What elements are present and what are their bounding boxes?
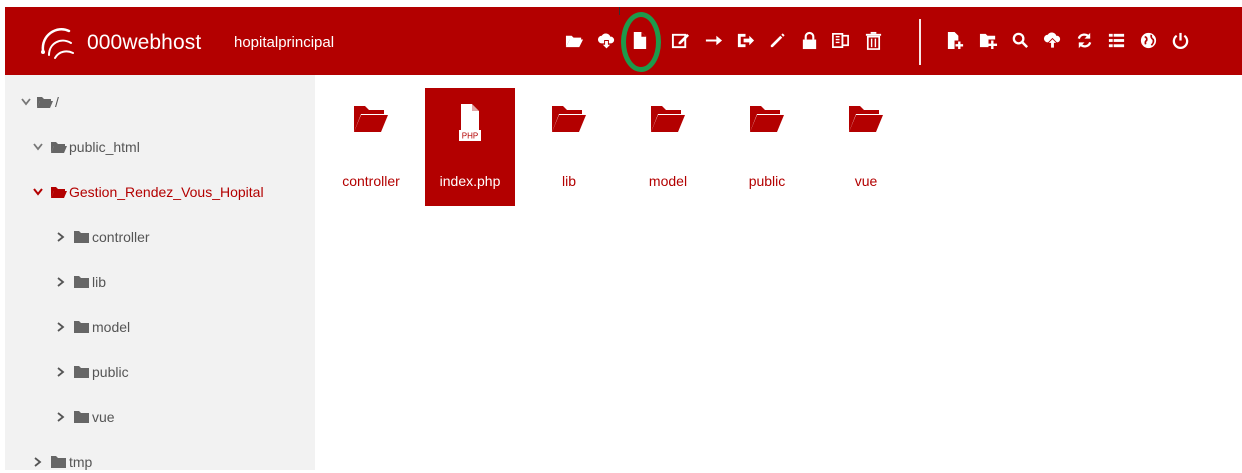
file-tile-label: public <box>748 173 786 189</box>
file-tile-label: vue <box>854 173 878 189</box>
tree-item-label: Gestion_Rendez_Vous_Hopital <box>69 184 264 200</box>
folder-icon <box>74 230 90 244</box>
file-tile-label: controller <box>342 173 400 189</box>
new-file-plus-icon[interactable] <box>943 27 967 53</box>
tree-item-label: vue <box>92 409 115 425</box>
lock-icon[interactable] <box>797 27 821 53</box>
tree-item-label: lib <box>92 274 107 290</box>
file-tile-index-php[interactable]: PHP index.php <box>425 88 515 206</box>
folder-icon <box>74 410 90 424</box>
refresh-icon[interactable] <box>1072 27 1096 53</box>
toolbar-separator <box>919 19 921 65</box>
file-tile-label: index.php <box>439 173 501 189</box>
tree-item-label: controller <box>92 229 150 245</box>
pencil-icon[interactable] <box>765 27 789 53</box>
chevron-down-icon[interactable] <box>31 185 45 199</box>
chevron-right-icon[interactable] <box>54 230 68 244</box>
folder-tree-sidebar: / public_html Gestion_Rendez_Vous_Hopita… <box>5 75 315 470</box>
brand-name: 000webhost <box>87 31 202 54</box>
folder-icon <box>74 365 90 379</box>
tree-item-label: model <box>92 319 131 335</box>
tree-item-controller[interactable]: controller <box>54 226 150 248</box>
tree-item-model[interactable]: model <box>54 316 130 338</box>
folder-icon <box>74 275 90 289</box>
chevron-right-icon[interactable] <box>31 455 45 469</box>
tree-item-public[interactable]: public <box>54 361 129 383</box>
chevron-right-icon[interactable] <box>54 410 68 424</box>
php-file-icon: PHP <box>459 104 481 141</box>
site-name: hopitalprincipal <box>234 34 335 51</box>
file-tile-lib[interactable]: lib <box>524 88 614 206</box>
folder-open-icon <box>651 106 685 132</box>
edit-icon[interactable] <box>668 27 692 53</box>
search-icon[interactable] <box>1008 27 1032 53</box>
tree-item-label: public <box>92 364 129 380</box>
power-icon[interactable] <box>1168 27 1192 53</box>
folder-icon <box>74 320 90 334</box>
tree-item-label: / <box>55 94 59 110</box>
file-tile-controller[interactable]: controller <box>326 88 416 206</box>
php-badge: PHP <box>462 132 478 141</box>
arrow-right-icon[interactable] <box>701 27 725 53</box>
tree-item-root[interactable]: / <box>19 91 59 113</box>
folder-open-icon <box>849 106 883 132</box>
tree-item-public-html[interactable]: public_html <box>31 136 140 158</box>
tree-item-vue[interactable]: vue <box>54 406 115 428</box>
chevron-right-icon[interactable] <box>54 275 68 289</box>
new-file-icon[interactable] <box>627 27 651 53</box>
archive-icon[interactable] <box>828 27 852 53</box>
cloud-download-icon[interactable] <box>594 27 618 53</box>
folder-open-icon[interactable] <box>562 27 586 53</box>
file-grid: controller PHP index.php lib model publi… <box>315 75 1242 470</box>
folder-open-icon <box>552 106 586 132</box>
folder-open-icon <box>51 140 67 154</box>
cloud-upload-icon[interactable] <box>1040 27 1064 53</box>
list-view-icon[interactable] <box>1104 27 1128 53</box>
top-bar: 000webhost hopitalprincipal <box>5 7 1242 75</box>
chevron-right-icon[interactable] <box>54 320 68 334</box>
chevron-down-icon[interactable] <box>19 95 33 109</box>
new-folder-plus-icon[interactable] <box>976 27 1000 53</box>
tree-item-lib[interactable]: lib <box>54 271 106 293</box>
folder-open-icon <box>37 95 53 109</box>
folder-open-icon <box>354 106 388 132</box>
chevron-right-icon[interactable] <box>54 365 68 379</box>
file-tile-label: model <box>648 173 688 189</box>
file-tile-model[interactable]: model <box>623 88 713 206</box>
logo-icon <box>41 28 74 59</box>
tree-item-label: tmp <box>69 454 93 470</box>
file-tile-label: lib <box>561 173 576 189</box>
move-icon[interactable] <box>733 27 757 53</box>
folder-icon <box>51 455 67 469</box>
folder-open-icon <box>51 185 67 199</box>
tree-item-label: public_html <box>69 139 140 155</box>
file-tile-vue[interactable]: vue <box>821 88 911 206</box>
file-tile-public[interactable]: public <box>722 88 812 206</box>
globe-icon[interactable] <box>1136 27 1160 53</box>
trash-icon[interactable] <box>861 27 885 53</box>
folder-open-icon <box>750 106 784 132</box>
tree-item-gestion-rendez-vous-hopital[interactable]: Gestion_Rendez_Vous_Hopital <box>31 181 264 203</box>
tick-mark <box>619 7 620 15</box>
chevron-down-icon[interactable] <box>31 140 45 154</box>
